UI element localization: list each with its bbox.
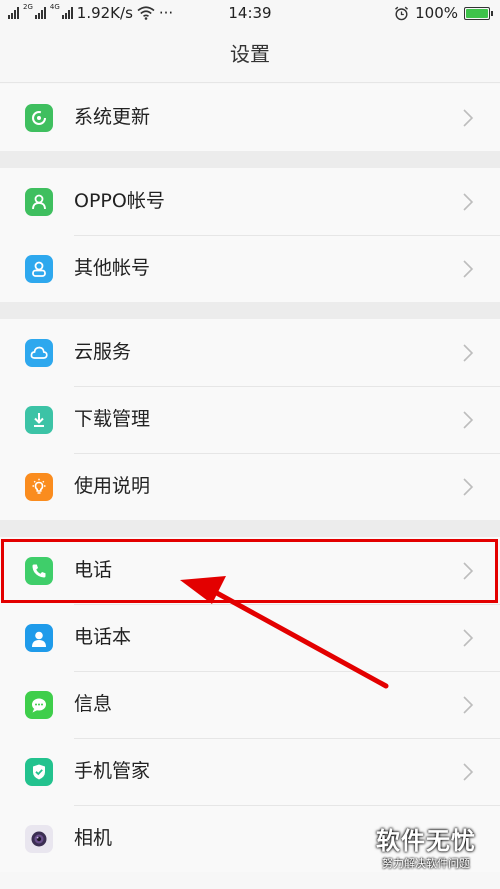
settings-item-label: 相机 [74, 827, 113, 849]
settings-group-2: OPPO帐号 其他帐号 [0, 168, 500, 302]
settings-group-4: 电话 电话本 信息 手机管家 相机 [0, 537, 500, 872]
user-outline-icon [25, 255, 53, 283]
settings-item-messages[interactable]: 信息 [0, 671, 500, 738]
section-gap [0, 151, 500, 168]
chevron-right-icon [463, 193, 474, 211]
page-title: 设置 [0, 26, 500, 83]
chevron-right-icon [463, 763, 474, 781]
settings-item-label: 系统更新 [74, 106, 151, 128]
shield-icon [25, 758, 53, 786]
camera-icon [25, 825, 53, 853]
lightbulb-icon [25, 473, 53, 501]
download-icon [25, 406, 53, 434]
settings-item-cloud-service[interactable]: 云服务 [0, 319, 500, 386]
settings-item-other-accounts[interactable]: 其他帐号 [0, 235, 500, 302]
settings-item-oppo-account[interactable]: OPPO帐号 [0, 168, 500, 235]
alarm-icon [395, 6, 409, 20]
watermark-logo: 软件无忧 努力解决软件问题 [364, 825, 488, 883]
settings-item-label: 手机管家 [74, 760, 151, 782]
phone-icon [25, 557, 53, 585]
refresh-icon [25, 104, 53, 132]
section-gap [0, 302, 500, 319]
chevron-right-icon [463, 562, 474, 580]
status-bar: 2G 4G 1.92K/s ··· 14:39 100% [0, 0, 500, 26]
watermark-title: 软件无忧 [376, 827, 476, 855]
chevron-right-icon [463, 696, 474, 714]
settings-group-3: 云服务 下载管理 使用说明 [0, 319, 500, 520]
battery-percent: 100% [415, 4, 458, 22]
chevron-right-icon [463, 478, 474, 496]
status-right: 100% [394, 4, 493, 22]
settings-item-label: 信息 [74, 693, 113, 715]
chevron-right-icon [463, 629, 474, 647]
chevron-right-icon [463, 260, 474, 278]
settings-item-phone-manager[interactable]: 手机管家 [0, 738, 500, 805]
settings-item-label: 云服务 [74, 341, 132, 363]
settings-item-download-manager[interactable]: 下载管理 [0, 386, 500, 453]
battery-icon [464, 6, 493, 20]
settings-item-label: 使用说明 [74, 475, 151, 497]
settings-item-system-update[interactable]: 系统更新 [0, 84, 500, 151]
section-gap [0, 520, 500, 537]
watermark-subtitle: 努力解决软件问题 [382, 857, 470, 870]
user-icon [25, 188, 53, 216]
settings-item-label: 下载管理 [74, 408, 151, 430]
message-icon [25, 691, 53, 719]
contacts-icon [25, 624, 53, 652]
settings-group-1: 系统更新 [0, 84, 500, 151]
chevron-right-icon [463, 109, 474, 127]
settings-item-label: 电话 [74, 559, 113, 581]
settings-item-contacts[interactable]: 电话本 [0, 604, 500, 671]
settings-item-label: OPPO帐号 [74, 190, 165, 212]
settings-item-phone[interactable]: 电话 [0, 537, 500, 604]
settings-item-label: 电话本 [74, 626, 132, 648]
settings-item-user-guide[interactable]: 使用说明 [0, 453, 500, 520]
chevron-right-icon [463, 411, 474, 429]
chevron-right-icon [463, 344, 474, 362]
cloud-icon [25, 339, 53, 367]
settings-item-label: 其他帐号 [74, 257, 151, 279]
